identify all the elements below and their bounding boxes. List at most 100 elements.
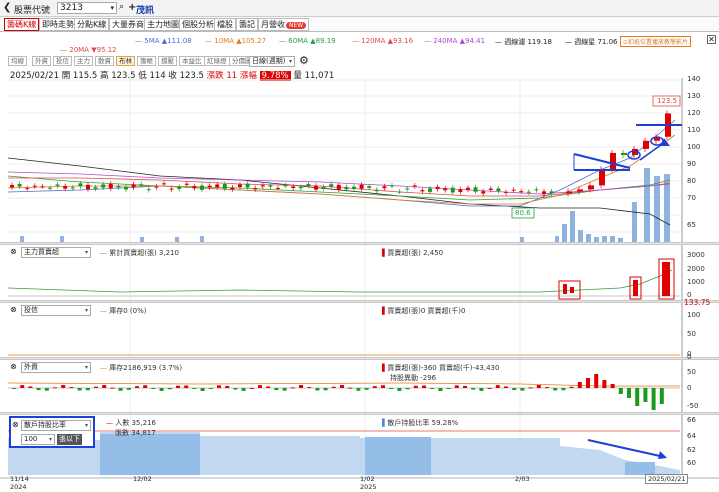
foreign-bar	[44, 388, 49, 391]
settings-icon[interactable]: ⊗	[10, 362, 17, 371]
foreign-bar	[110, 387, 115, 389]
high-annotation: 123.5	[657, 97, 678, 105]
foreign-bar	[627, 388, 631, 398]
foreign-bar	[463, 385, 467, 388]
candle	[10, 184, 14, 188]
candle	[352, 186, 356, 190]
candle	[146, 189, 151, 191]
foreign-bar	[28, 386, 33, 388]
holders-legend-1: — 人數 35,216	[106, 419, 156, 427]
panel-divider[interactable]	[0, 357, 719, 360]
foreign-bar	[159, 388, 164, 391]
foreign-bar	[504, 386, 508, 388]
foreign-bar	[643, 388, 648, 402]
candle	[443, 188, 448, 191]
dropdown-arrow-icon: ▾	[84, 422, 88, 429]
main-force-legend-2: ▌買賣超(張) 2,450	[382, 249, 444, 257]
foreign-bar	[266, 386, 271, 388]
panel-divider[interactable]	[0, 242, 719, 245]
foreign-bar	[241, 388, 246, 391]
foreign-bar	[61, 385, 66, 388]
foreign-bar	[217, 385, 221, 388]
price-tick: 110	[687, 126, 701, 134]
price-tick: 130	[687, 92, 701, 100]
foreign-bar	[610, 384, 615, 388]
price-tick: 65	[687, 221, 696, 229]
threshold-suffix: 張以下	[57, 434, 82, 445]
foreign-bar	[413, 385, 418, 388]
candle	[496, 188, 501, 192]
holders-tick: 62	[687, 446, 696, 454]
price-tick: 80	[687, 177, 696, 185]
mf-tick: 1000	[687, 278, 705, 286]
candle	[260, 185, 265, 187]
candle	[177, 186, 182, 190]
candle	[473, 187, 478, 192]
candle	[17, 183, 22, 187]
foreign-bar	[282, 388, 287, 391]
candle	[534, 189, 539, 191]
settings-icon[interactable]: ⊗	[10, 247, 17, 256]
holders-tick: 64	[687, 432, 696, 440]
foreign-bar	[118, 388, 123, 391]
foreign-bar	[381, 385, 385, 388]
foreign-bar	[323, 388, 328, 391]
main-force-select[interactable]: 主力買賣超 ▾	[21, 247, 91, 258]
foreign-bar	[36, 388, 41, 391]
candle	[101, 184, 106, 188]
candle	[253, 188, 258, 190]
price-tick: 90	[687, 160, 696, 168]
foreign-bar	[520, 388, 525, 391]
panel-divider[interactable]	[0, 412, 719, 415]
foreign-bar	[389, 388, 394, 389]
candle	[412, 185, 417, 187]
trust-select[interactable]: 投信 ▾	[21, 305, 91, 316]
foreign-bar	[77, 388, 82, 391]
foreign-bar	[438, 388, 443, 391]
holders-legend-2: 張數 34,817	[115, 429, 156, 437]
holders-legend-3: ▌散戶持股比率 59.28%	[382, 419, 459, 427]
foreign-legend-2: ▌買賣超(張)-360 買賣超(千)-43,430	[382, 364, 500, 372]
trust-tick: 50	[687, 330, 696, 338]
candle	[577, 189, 583, 192]
foreign-bar	[553, 388, 558, 391]
candle	[78, 183, 83, 187]
foreign-bar	[659, 388, 664, 404]
candle	[70, 187, 75, 189]
candle	[207, 185, 212, 188]
foreign-bar	[126, 388, 131, 390]
candle	[184, 183, 189, 185]
candle	[504, 191, 508, 193]
settings-icon[interactable]: ⊗	[10, 305, 17, 314]
price-tick: 120	[687, 109, 701, 117]
foreign-bar	[602, 380, 607, 388]
mf-tick: 3000	[687, 251, 705, 259]
foreign-bar	[454, 385, 459, 388]
foreign-bar	[594, 374, 599, 388]
holders-select[interactable]: 散戶持股比率 ▾	[21, 420, 91, 431]
foreign-bar	[397, 388, 402, 391]
foreign-bar	[536, 385, 541, 388]
candle	[588, 185, 594, 190]
foreign-bar	[143, 385, 148, 388]
foreign-tick: 0	[687, 353, 692, 361]
foreign-bar	[348, 387, 353, 389]
candle	[268, 185, 273, 187]
foreign-bar	[12, 388, 16, 389]
holders-threshold-select[interactable]: 100 ▾	[21, 434, 55, 445]
settings-icon[interactable]: ⊗	[12, 420, 19, 429]
candle	[169, 188, 174, 190]
foreign-bar	[94, 386, 98, 388]
foreign-bar	[340, 385, 344, 388]
foreign-bar	[208, 388, 213, 389]
foreign-bar	[372, 386, 377, 388]
foreign-select[interactable]: 外資 ▾	[21, 362, 91, 373]
foreign-bar	[405, 388, 410, 390]
panel-divider[interactable]	[0, 300, 719, 303]
x-tick: 1/02 2025	[360, 475, 377, 491]
foreign-bar	[299, 385, 303, 388]
foreign-bar	[569, 386, 574, 388]
foreign-bar	[331, 386, 336, 388]
foreign-tick: 50	[687, 368, 696, 376]
candle	[238, 184, 242, 187]
